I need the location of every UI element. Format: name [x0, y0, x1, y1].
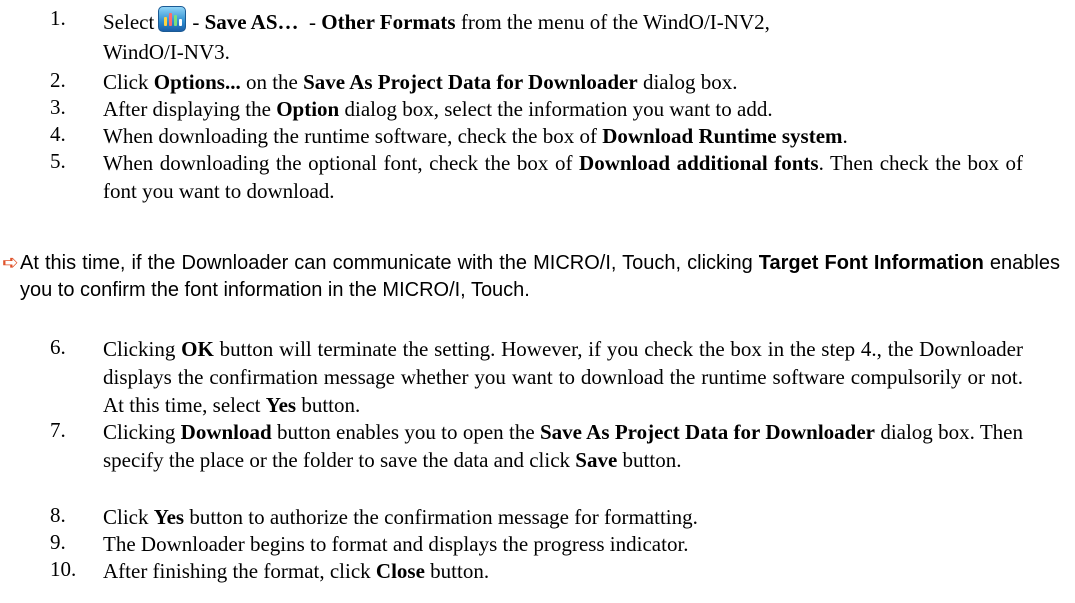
step-number: 2.	[50, 68, 66, 92]
step-text: Click Options... on the Save As Project …	[103, 70, 738, 94]
note-text: At this time, if the Downloader can comm…	[20, 252, 1060, 301]
step-text: When downloading the optional font, chec…	[103, 151, 1023, 203]
step-text: When downloading the runtime software, c…	[103, 124, 848, 148]
step-text: Clicking Download button enables you to …	[103, 420, 1023, 472]
step-text: The Downloader begins to format and disp…	[103, 532, 689, 556]
note-arrow-icon: ➪	[2, 252, 19, 274]
step-number: 9.	[50, 530, 66, 554]
step-number: 3.	[50, 95, 66, 119]
app-menu-icon	[158, 6, 187, 32]
step-text: After displaying the Option dialog box, …	[103, 97, 773, 121]
step-number: 6.	[50, 335, 66, 359]
step-text: Clicking OK button will terminate the se…	[103, 337, 1023, 417]
step-number: 10.	[50, 557, 77, 581]
step-text: After finishing the format, click Close …	[103, 559, 490, 583]
step-number: 7.	[50, 418, 66, 442]
step-number: 4.	[50, 122, 66, 146]
step-number: 5.	[50, 149, 66, 173]
step-number: 1.	[50, 6, 66, 30]
step-number: 8.	[50, 503, 66, 527]
step-text: Select - Save AS… - Other Formats from t…	[103, 6, 1023, 67]
step-text: Click Yes button to authorize the confir…	[103, 505, 698, 529]
